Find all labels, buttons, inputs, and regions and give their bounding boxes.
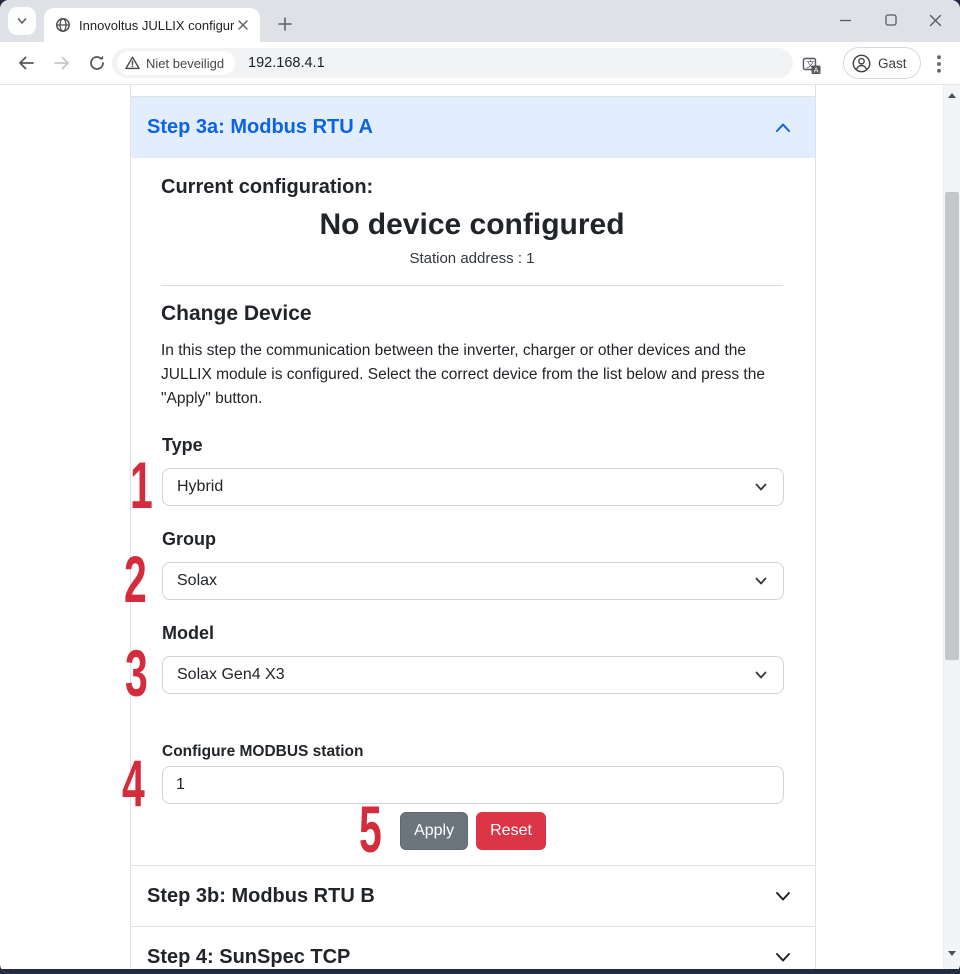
step3a-panel: Current configuration: No device configu… bbox=[130, 158, 816, 866]
change-device-heading: Change Device bbox=[161, 302, 312, 326]
maximize-icon bbox=[885, 14, 897, 26]
profile-button[interactable]: Gast bbox=[843, 47, 921, 79]
chevron-down-icon bbox=[753, 573, 769, 589]
reload-icon bbox=[88, 54, 106, 72]
modbus-station-label: Configure MODBUS station bbox=[162, 743, 364, 761]
scrollbar-thumb[interactable] bbox=[945, 192, 959, 660]
minimize-icon bbox=[839, 14, 852, 27]
previous-section-edge bbox=[130, 85, 816, 97]
tab-close-icon[interactable] bbox=[234, 16, 252, 34]
kebab-menu-icon bbox=[937, 55, 941, 73]
model-select-value: Solax Gen4 X3 bbox=[177, 666, 753, 684]
tab-search-button[interactable] bbox=[8, 7, 36, 35]
new-tab-button[interactable] bbox=[272, 11, 298, 37]
scroll-down-button[interactable] bbox=[944, 945, 960, 961]
security-warning-label: Niet beveiligd bbox=[146, 56, 224, 71]
type-select[interactable]: Hybrid bbox=[162, 468, 784, 506]
profile-label: Gast bbox=[878, 56, 907, 71]
accordion-header-step4[interactable]: Step 4: SunSpec TCP bbox=[130, 927, 816, 974]
chevron-down-icon bbox=[753, 479, 769, 495]
step3a-title: Step 3a: Modbus RTU A bbox=[147, 116, 373, 139]
apply-button[interactable]: Apply bbox=[400, 812, 468, 850]
current-config-heading: Current configuration: bbox=[161, 176, 373, 199]
station-address-text: Station address : 1 bbox=[131, 250, 813, 267]
back-arrow-icon bbox=[17, 54, 35, 72]
reset-button[interactable]: Reset bbox=[476, 812, 546, 850]
annotation-1: 1 bbox=[130, 459, 153, 511]
browser-menu-button[interactable] bbox=[925, 50, 953, 78]
window-controls bbox=[823, 0, 958, 42]
change-device-description: In this step the communication between t… bbox=[161, 339, 787, 411]
browser-tab[interactable]: Innovoltus JULLIX configuration bbox=[44, 8, 260, 42]
annotation-4: 4 bbox=[122, 757, 145, 809]
form-actions: Apply Reset bbox=[131, 812, 815, 850]
back-button[interactable] bbox=[12, 49, 40, 77]
maximize-button[interactable] bbox=[868, 0, 913, 40]
reload-button[interactable] bbox=[83, 49, 111, 77]
modbus-station-input[interactable] bbox=[162, 766, 784, 804]
close-window-button[interactable] bbox=[913, 0, 958, 40]
minimize-button[interactable] bbox=[823, 0, 868, 40]
type-select-value: Hybrid bbox=[177, 478, 753, 496]
scroll-up-button[interactable] bbox=[944, 87, 960, 103]
address-bar[interactable]: Niet beveiligd 192.168.4.1 bbox=[112, 48, 793, 78]
close-icon bbox=[929, 14, 942, 27]
chevron-down-icon bbox=[753, 667, 769, 683]
window-bottom-edge bbox=[0, 969, 960, 974]
url-text: 192.168.4.1 bbox=[248, 55, 325, 71]
browser-window: Innovoltus JULLIX configuration bbox=[0, 0, 960, 974]
security-warning-chip[interactable]: Niet beveiligd bbox=[117, 51, 235, 75]
plus-icon bbox=[278, 17, 292, 31]
accordion-header-step3a[interactable]: Step 3a: Modbus RTU A bbox=[130, 97, 816, 158]
accordion-header-step3b[interactable]: Step 3b: Modbus RTU B bbox=[130, 866, 816, 927]
chevron-up-icon bbox=[773, 118, 793, 138]
group-label: Group bbox=[162, 529, 216, 550]
warning-triangle-icon bbox=[125, 56, 140, 70]
forward-arrow-icon bbox=[53, 54, 71, 72]
globe-favicon-icon bbox=[55, 17, 71, 33]
group-select-value: Solax bbox=[177, 572, 753, 590]
step3b-title: Step 3b: Modbus RTU B bbox=[147, 885, 375, 908]
scroll-down-icon bbox=[948, 951, 956, 956]
step4-title: Step 4: SunSpec TCP bbox=[147, 946, 350, 969]
page-scrollbar[interactable] bbox=[943, 85, 960, 969]
type-label: Type bbox=[162, 435, 203, 456]
chevron-down-icon bbox=[15, 14, 29, 28]
annotation-3: 3 bbox=[125, 647, 148, 699]
forward-button[interactable] bbox=[48, 49, 76, 77]
tab-title: Innovoltus JULLIX configuration bbox=[79, 18, 234, 33]
scroll-up-icon bbox=[948, 93, 956, 98]
divider bbox=[161, 285, 783, 286]
chevron-down-icon bbox=[773, 886, 793, 906]
group-select[interactable]: Solax bbox=[162, 562, 784, 600]
chevron-down-icon bbox=[773, 947, 793, 967]
model-label: Model bbox=[162, 623, 214, 644]
device-status: No device configured bbox=[131, 208, 813, 242]
annotation-5: 5 bbox=[359, 803, 382, 855]
svg-text:A: A bbox=[814, 65, 819, 74]
tab-strip: Innovoltus JULLIX configuration bbox=[0, 0, 960, 42]
model-select[interactable]: Solax Gen4 X3 bbox=[162, 656, 784, 694]
translate-button[interactable]: 文 A bbox=[798, 52, 826, 80]
annotation-2: 2 bbox=[124, 553, 147, 605]
translate-icon: 文 A bbox=[802, 56, 822, 76]
profile-avatar-icon bbox=[852, 54, 871, 73]
